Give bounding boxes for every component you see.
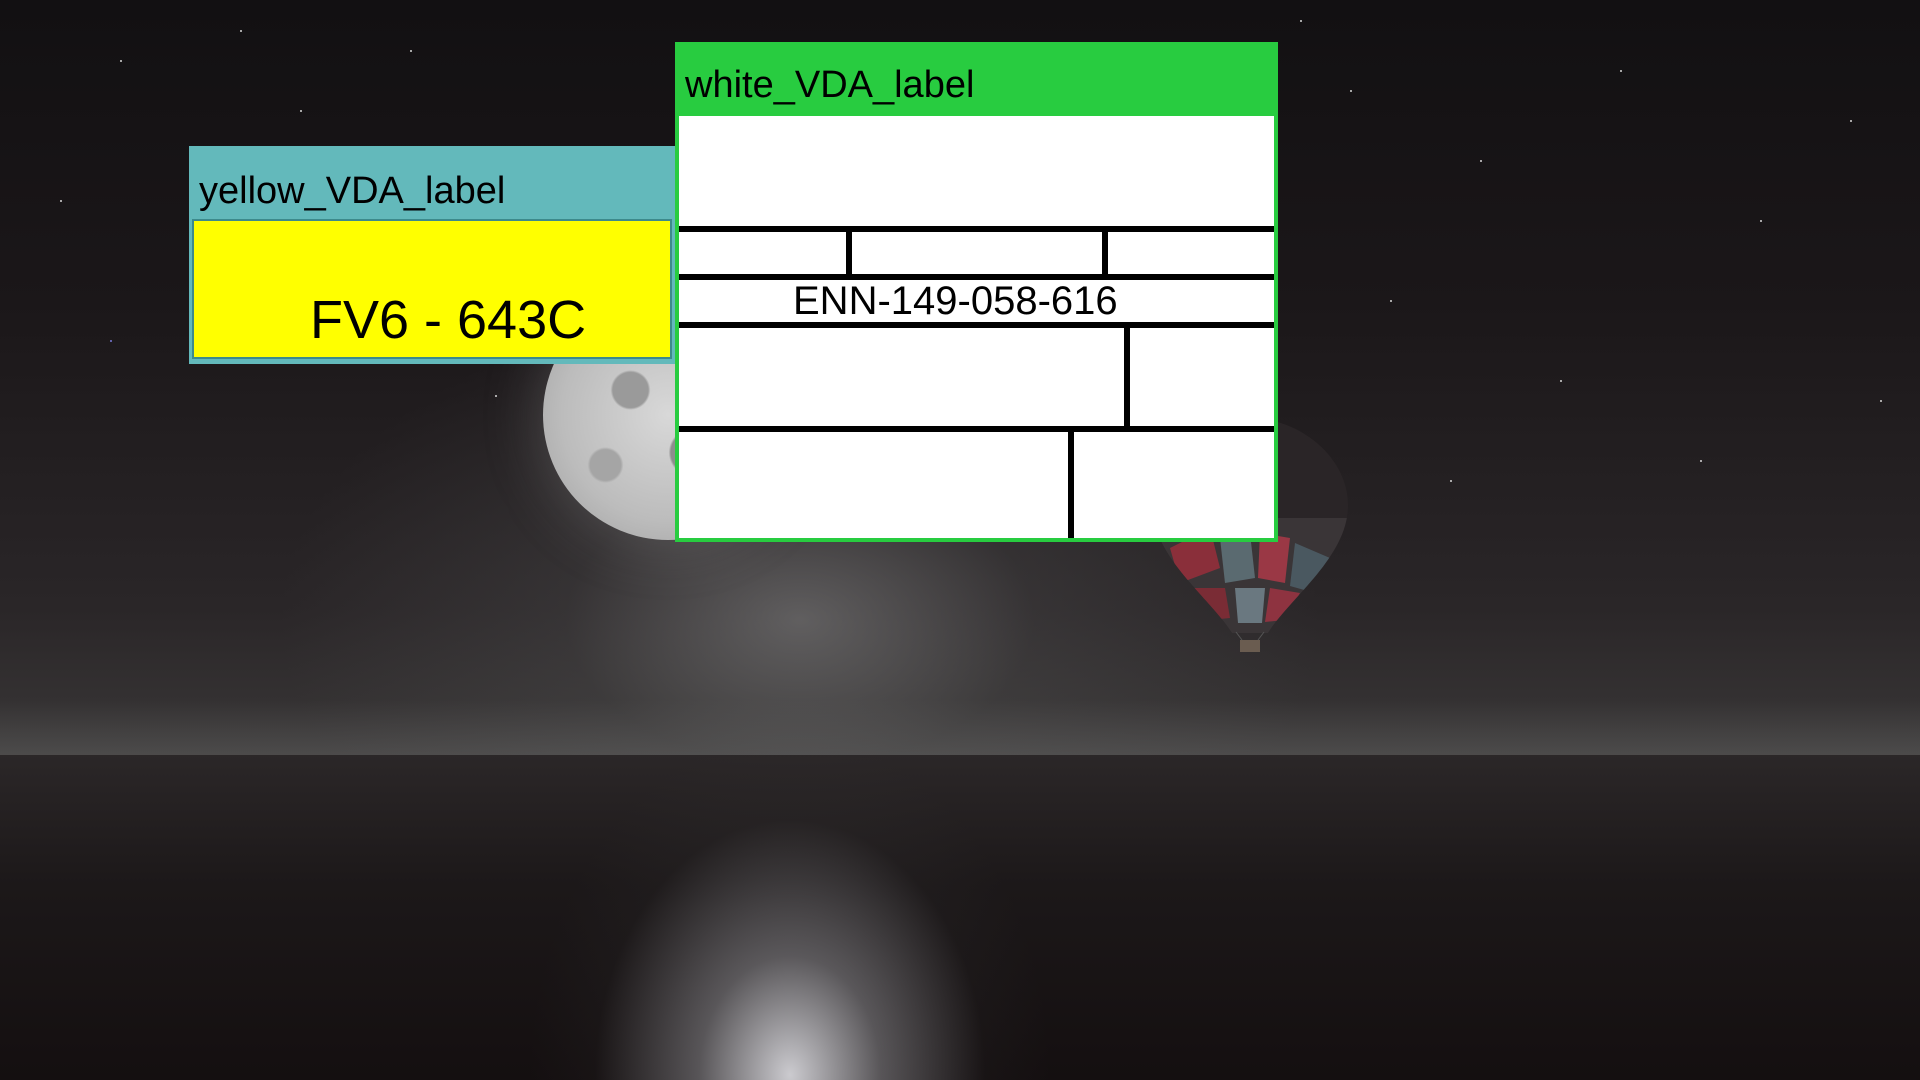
star bbox=[1300, 20, 1302, 22]
star bbox=[1350, 90, 1352, 92]
star bbox=[300, 110, 302, 112]
star bbox=[1480, 160, 1482, 162]
star bbox=[1700, 460, 1702, 462]
star bbox=[1850, 120, 1852, 122]
white-vda-label-title: white_VDA_label bbox=[685, 64, 975, 106]
yellow-vda-label[interactable]: yellow_VDA_label FV6 - 643C bbox=[189, 146, 675, 364]
yellow-vda-label-title: yellow_VDA_label bbox=[199, 170, 506, 212]
form-divider bbox=[846, 226, 852, 276]
star bbox=[495, 395, 497, 397]
form-divider bbox=[679, 426, 1274, 432]
star bbox=[1450, 480, 1452, 482]
white-vda-label[interactable]: white_VDA_label ENN-149-058-616 bbox=[675, 42, 1278, 542]
desktop-scene: yellow_VDA_label FV6 - 643C white_VDA_la… bbox=[0, 0, 1920, 1080]
white-label-form: ENN-149-058-616 bbox=[679, 116, 1274, 538]
star bbox=[410, 50, 412, 52]
yellow-label-plate-area: FV6 - 643C bbox=[192, 219, 672, 359]
form-divider bbox=[679, 226, 1274, 232]
star bbox=[120, 60, 122, 62]
form-divider bbox=[1068, 426, 1074, 538]
plate-number-text: FV6 - 643C bbox=[310, 290, 587, 350]
star bbox=[1760, 220, 1762, 222]
star bbox=[110, 340, 112, 342]
star bbox=[240, 30, 242, 32]
id-number-text: ENN-149-058-616 bbox=[793, 279, 1118, 323]
form-divider bbox=[679, 322, 1274, 328]
form-divider bbox=[1124, 322, 1130, 428]
star bbox=[1390, 300, 1392, 302]
moonlit-sea bbox=[0, 755, 1920, 1080]
star bbox=[1560, 380, 1562, 382]
star bbox=[1620, 70, 1622, 72]
star bbox=[1880, 400, 1882, 402]
star bbox=[60, 200, 62, 202]
form-divider bbox=[1102, 226, 1108, 276]
